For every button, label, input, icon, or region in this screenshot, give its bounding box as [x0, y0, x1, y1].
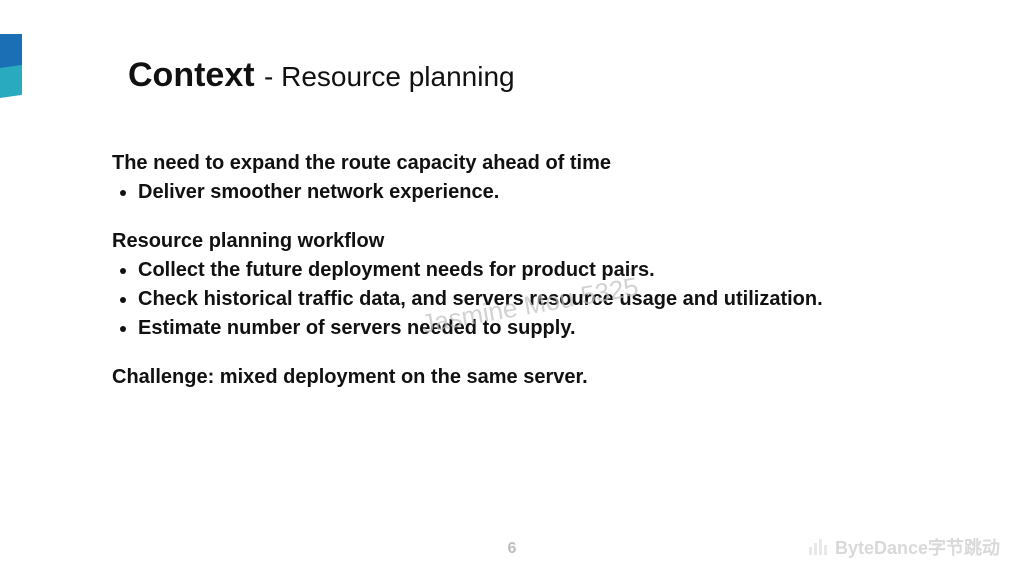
challenge-text: Challenge: mixed deployment on the same …: [112, 364, 892, 391]
bullet-list: Collect the future deployment needs for …: [112, 257, 892, 342]
bullet-list: Deliver smoother network experience.: [112, 179, 892, 206]
slide-body: The need to expand the route capacity ah…: [112, 150, 892, 413]
list-item: Deliver smoother network experience.: [138, 179, 892, 206]
brand-logo: ByteDance字节跳动: [809, 534, 1000, 560]
list-item: Estimate number of servers needed to sup…: [138, 315, 892, 342]
section-heading: The need to expand the route capacity ah…: [112, 150, 892, 177]
title-sub: - Resource planning: [264, 61, 515, 92]
section-need: The need to expand the route capacity ah…: [112, 150, 892, 206]
section-workflow: Resource planning workflow Collect the f…: [112, 228, 892, 342]
slide-title: Context - Resource planning: [128, 56, 515, 95]
list-item: Check historical traffic data, and serve…: [138, 286, 892, 313]
bars-icon: [809, 539, 829, 555]
section-challenge: Challenge: mixed deployment on the same …: [112, 364, 892, 391]
title-main: Context: [128, 56, 255, 94]
section-heading: Resource planning workflow: [112, 228, 892, 255]
list-item: Collect the future deployment needs for …: [138, 257, 892, 284]
slide-accent: [0, 34, 22, 98]
brand-text: ByteDance字节跳动: [835, 534, 1000, 560]
